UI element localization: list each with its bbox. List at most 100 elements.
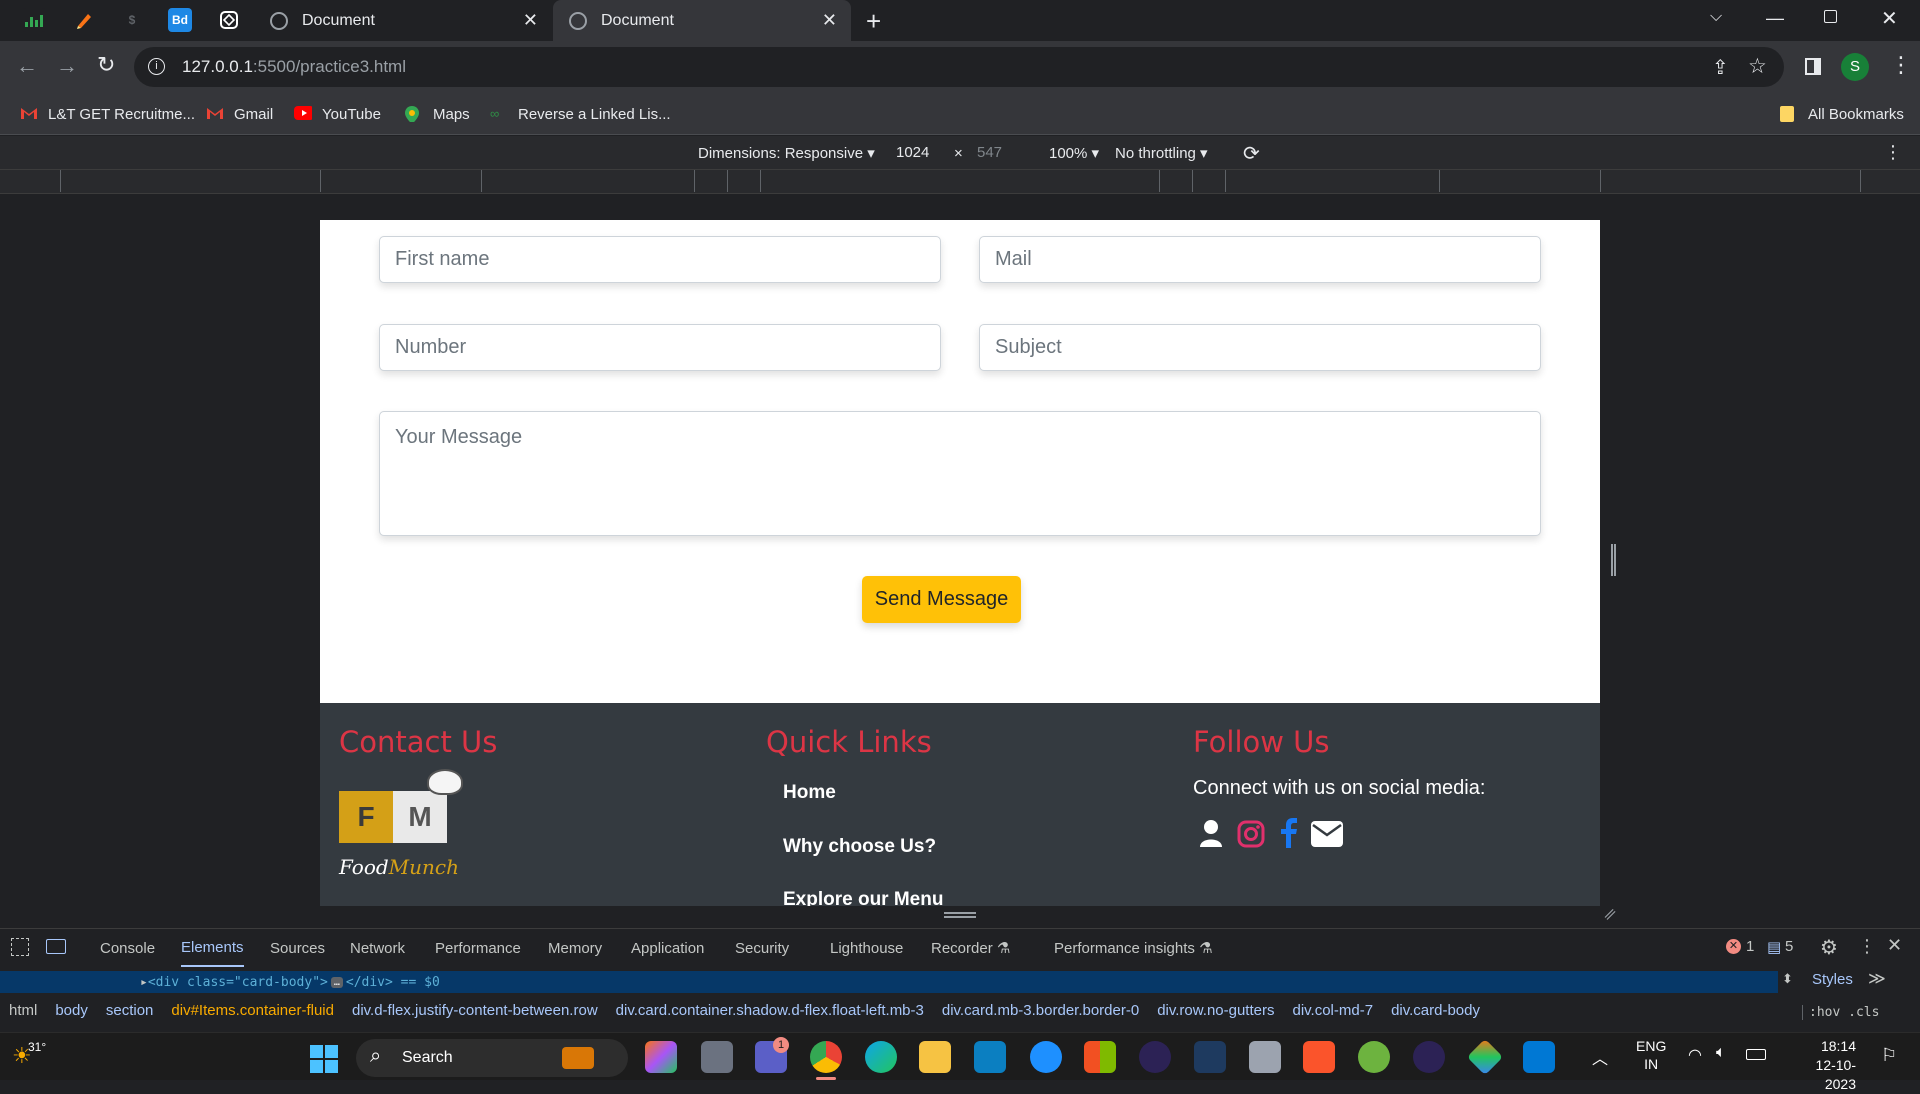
envelope-icon[interactable] <box>1311 821 1343 847</box>
ellipsis-badge[interactable]: … <box>330 976 343 988</box>
tab-search-chevron-icon[interactable]: ⌵ <box>1710 8 1722 26</box>
show-hidden-icons-chevron[interactable]: ︿ <box>1592 1045 1608 1069</box>
styles-filter[interactable]: :hov .cls <box>1802 1005 1879 1020</box>
file-explorer-icon[interactable] <box>919 1041 951 1073</box>
side-panel-icon[interactable] <box>1805 58 1821 75</box>
close-tab-icon[interactable]: ✕ <box>822 10 837 31</box>
footer-link-explore-menu[interactable]: Explore our Menu <box>783 889 943 906</box>
tab-document-1[interactable]: Document ✕ <box>262 0 552 41</box>
device-toggle-icon[interactable] <box>46 939 66 954</box>
volume-icon[interactable]: 🔈︎ <box>1716 1044 1726 1062</box>
bookmark-youtube[interactable]: YouTube <box>294 93 381 135</box>
git-kraken-icon[interactable] <box>1466 1038 1504 1076</box>
clock[interactable]: 18:14 12-10-2023 <box>1786 1037 1856 1094</box>
bookmark-star-icon[interactable]: ☆ <box>1748 54 1767 79</box>
site-info-icon[interactable]: i <box>148 58 165 75</box>
profile-avatar[interactable]: S <box>1841 53 1869 81</box>
tab-elements[interactable]: Elements <box>181 929 244 967</box>
taskbar-search[interactable]: ⌕ Search <box>356 1039 628 1077</box>
brave-icon[interactable] <box>1303 1041 1335 1073</box>
wifi-icon[interactable]: ◠ <box>1688 1045 1702 1065</box>
tab-sources[interactable]: Sources <box>270 929 325 967</box>
instagram-icon[interactable] <box>1237 820 1265 848</box>
expand-arrow-icon[interactable]: ▸ <box>140 975 148 990</box>
new-tab-icon[interactable]: + <box>866 6 881 37</box>
tab-performance-insights[interactable]: Performance insights ⚗ <box>1054 929 1213 967</box>
codepen-icon[interactable] <box>217 8 241 32</box>
crumb-card-container[interactable]: div.card.container.shadow.d-flex.float-l… <box>616 1002 924 1019</box>
language-indicator[interactable]: ENG IN <box>1636 1037 1666 1073</box>
tab-console[interactable]: Console <box>100 929 155 967</box>
microsoft-store-icon[interactable] <box>1084 1041 1116 1073</box>
notifications-icon[interactable]: ⚐ <box>1881 1045 1897 1066</box>
vscode-icon[interactable] <box>1523 1041 1555 1073</box>
bookmark-maps[interactable]: Maps <box>405 93 470 135</box>
restore-icon[interactable] <box>1824 10 1837 23</box>
crumb-items[interactable]: div#Items.container-fluid <box>171 1002 334 1019</box>
mail-input[interactable]: Mail <box>979 236 1541 283</box>
crumb-body[interactable]: body <box>55 1002 88 1019</box>
subject-input[interactable]: Subject <box>979 324 1541 371</box>
close-tab-icon[interactable]: ✕ <box>523 10 538 31</box>
more-tabs-icon[interactable]: ≫ <box>1868 969 1886 989</box>
device-toolbar-menu-icon[interactable]: ⋮ <box>1884 142 1902 163</box>
forward-icon[interactable]: → <box>56 53 78 79</box>
scroll-arrows-icon[interactable]: ⬍ <box>1782 971 1793 987</box>
footer-link-why-choose-us[interactable]: Why choose Us? <box>783 836 936 858</box>
throttling-dropdown[interactable]: No throttling ▾ <box>1115 144 1208 162</box>
facebook-icon[interactable] <box>1281 818 1297 848</box>
dollar-icon[interactable]: $ <box>120 8 144 32</box>
number-input[interactable]: Number <box>379 324 941 371</box>
sheets-icon[interactable] <box>22 8 46 32</box>
message-textarea[interactable]: Your Message <box>379 411 1541 536</box>
crumb-card-body[interactable]: div.card-body <box>1391 1002 1480 1019</box>
height-input[interactable]: 547 <box>977 144 1002 161</box>
menu-kebab-icon[interactable]: ⋮ <box>1890 52 1912 78</box>
zoom-dropdown[interactable]: 100% ▾ <box>1049 144 1099 162</box>
selected-dom-node[interactable]: ▸ <div class="card-body"> … </div> == $0 <box>0 971 1778 993</box>
bookmark-lt-get[interactable]: L&T GET Recruitme... <box>20 93 195 135</box>
close-devtools-icon[interactable]: ✕ <box>1887 935 1902 956</box>
tab-security[interactable]: Security <box>735 929 789 967</box>
crumb-section[interactable]: section <box>106 1002 154 1019</box>
tab-memory[interactable]: Memory <box>548 929 602 967</box>
help-icon[interactable] <box>1030 1041 1062 1073</box>
myhp-icon[interactable] <box>974 1041 1006 1073</box>
user-icon[interactable] <box>1200 819 1222 847</box>
eclipse-ide-icon[interactable] <box>1413 1041 1445 1073</box>
inspect-element-icon[interactable] <box>11 938 29 956</box>
crumb-col-md-7[interactable]: div.col-md-7 <box>1292 1002 1373 1019</box>
tab-performance[interactable]: Performance <box>435 929 521 967</box>
tab-recorder[interactable]: Recorder ⚗ <box>931 929 1010 967</box>
battery-icon[interactable] <box>1746 1049 1766 1060</box>
rotate-icon[interactable]: ⟳ <box>1243 141 1260 166</box>
footer-link-home[interactable]: Home <box>783 782 836 804</box>
notepad-icon[interactable] <box>1249 1041 1281 1073</box>
tab-document-2[interactable]: Document ✕ <box>553 0 851 41</box>
minimize-icon[interactable]: — <box>1766 8 1784 29</box>
settings-gear-icon[interactable]: ⚙ <box>1820 935 1838 960</box>
eclipse-icon[interactable] <box>1139 1041 1171 1073</box>
crumb-flex-row[interactable]: div.d-flex.justify-content-between.row <box>352 1002 598 1019</box>
all-bookmarks[interactable]: All Bookmarks <box>1780 93 1904 135</box>
tab-network[interactable]: Network <box>350 929 405 967</box>
chrome-icon[interactable] <box>810 1041 842 1073</box>
bd-icon[interactable]: Bd <box>168 8 192 32</box>
devtools-menu-icon[interactable]: ⋮ <box>1858 936 1876 957</box>
error-icon[interactable]: ✕ <box>1726 939 1741 954</box>
crumb-row-no-gutters[interactable]: div.row.no-gutters <box>1157 1002 1274 1019</box>
close-window-icon[interactable]: ✕ <box>1881 6 1898 31</box>
crumb-card-mb3[interactable]: div.card.mb-3.border.border-0 <box>942 1002 1139 1019</box>
first-name-input[interactable]: First name <box>379 236 941 283</box>
crumb-html[interactable]: html <box>9 1002 37 1019</box>
width-input[interactable]: 1024 <box>896 144 929 161</box>
bookmark-gmail[interactable]: Gmail <box>206 93 273 135</box>
resize-handle-bottom[interactable] <box>944 912 976 918</box>
edge-icon[interactable] <box>865 1041 897 1073</box>
send-message-button[interactable]: Send Message <box>862 576 1021 623</box>
spring-tool-icon[interactable] <box>1358 1041 1390 1073</box>
copilot-icon[interactable] <box>645 1041 677 1073</box>
tab-lighthouse[interactable]: Lighthouse <box>830 929 903 967</box>
reload-icon[interactable]: ↻ <box>97 52 115 78</box>
mysql-workbench-icon[interactable] <box>1194 1041 1226 1073</box>
